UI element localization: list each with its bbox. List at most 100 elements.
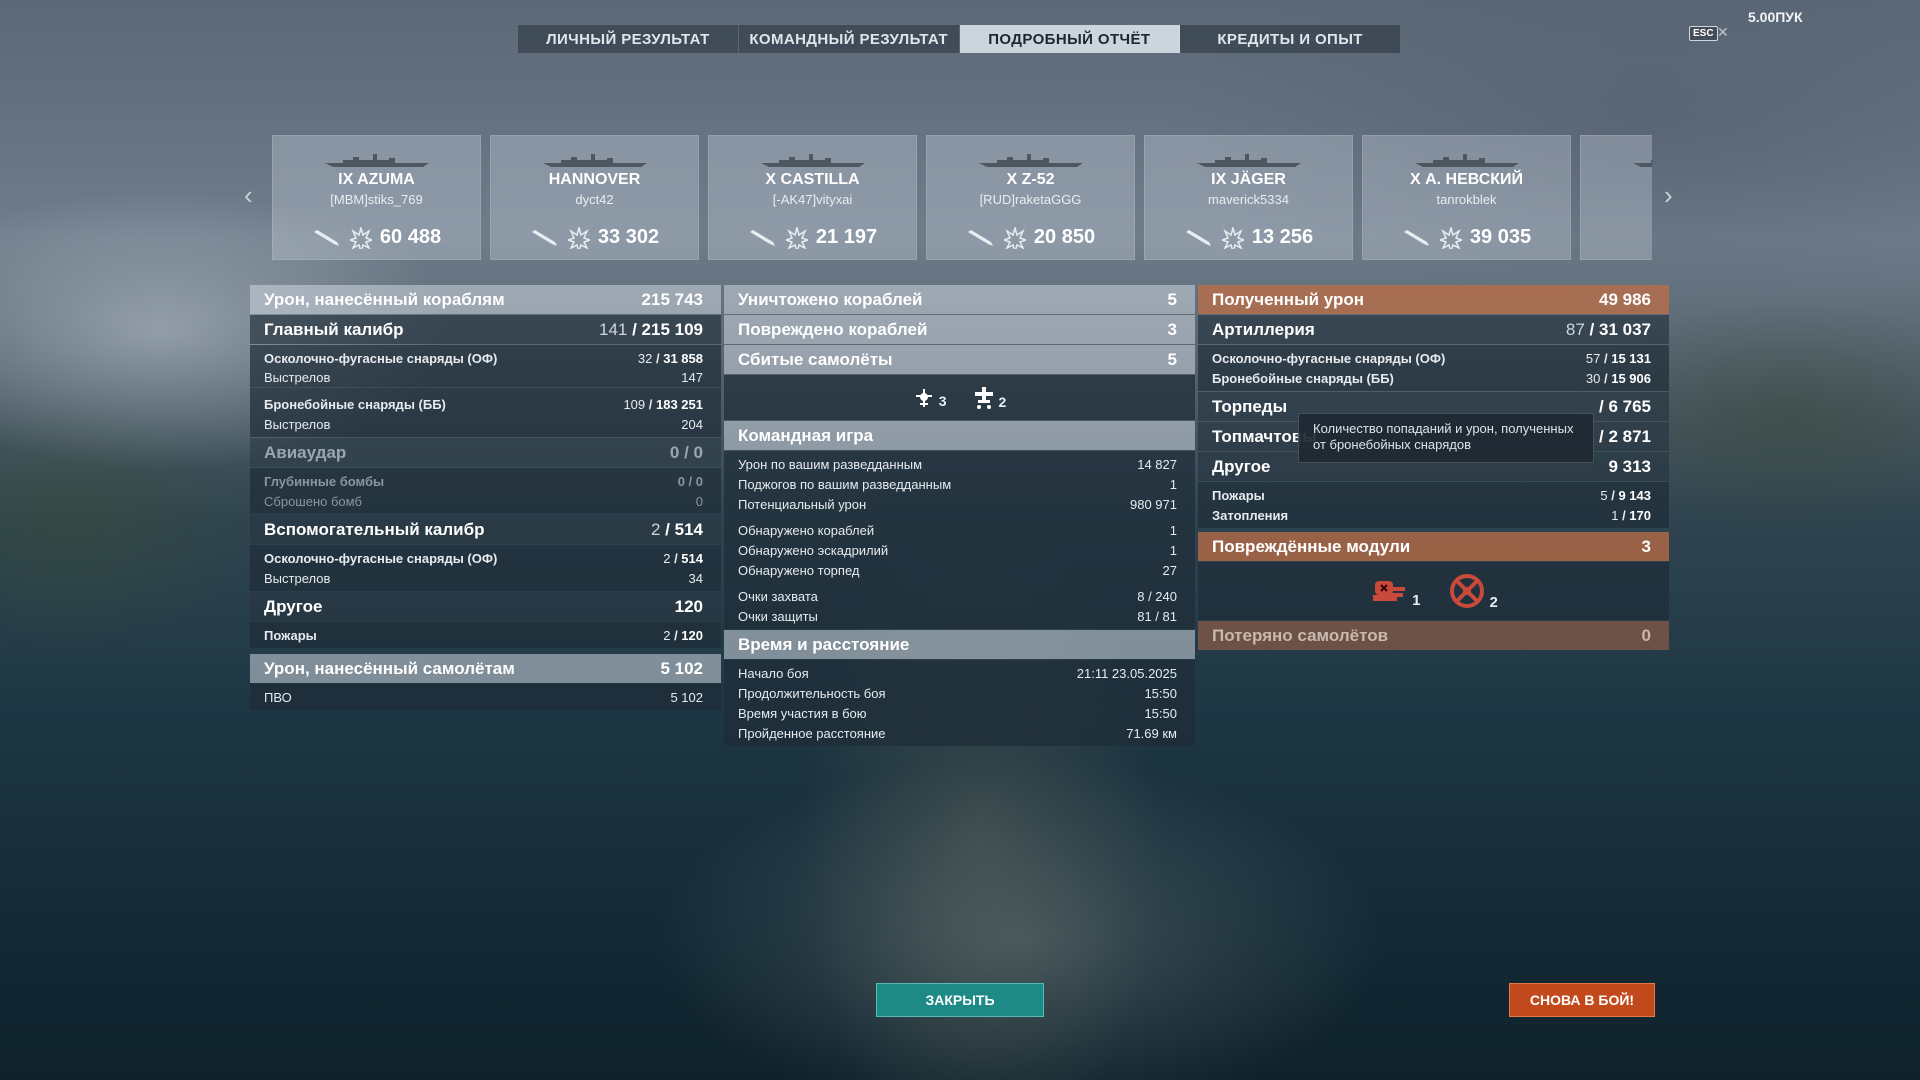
close-button[interactable]: ЗАКРЫТЬ bbox=[876, 983, 1044, 1017]
ship-card[interactable]: IX JÄGER maverick5334 13 256 bbox=[1144, 135, 1353, 260]
airstrike-details: Глубинные бомбы 0 / 0 Сброшено бомб 0 bbox=[250, 468, 721, 514]
version-label: 5.00ПУК bbox=[1748, 9, 1803, 25]
torpedo-icon bbox=[1185, 229, 1211, 246]
chevron-left-icon[interactable]: ‹ bbox=[244, 180, 253, 211]
secondary-he-row: Осколочно-фугасные снаряды (ОФ) 2 / 514 bbox=[264, 550, 703, 566]
depth-charges-row: Глубинные бомбы 0 / 0 bbox=[264, 473, 703, 489]
ship-cards-carousel: IX AZUMA [MBM]stiks_769 60 488 HANNOVER dyct… bbox=[272, 135, 1652, 260]
ship-silhouette-icon bbox=[1633, 160, 1652, 167]
teamplay-details: Урон по вашим разведданным 14 827 Поджогов… bbox=[724, 451, 1195, 629]
planes-shot-icons: 3 2 bbox=[724, 375, 1195, 420]
torpedo-icon bbox=[749, 229, 775, 246]
ship-name: HANNOVER bbox=[548, 171, 641, 188]
received-other-details: Пожары 5 / 9 143 Затопления 1 / 170 bbox=[1198, 482, 1669, 528]
other-damage-header: Другое 120 bbox=[250, 592, 721, 621]
stat-row: Обнаружено кораблей 1 bbox=[738, 522, 1177, 538]
ship-card[interactable]: HANNOVER dyct42 33 302 bbox=[490, 135, 699, 260]
ship-card[interactable] bbox=[1580, 135, 1652, 260]
rudder-module-icon bbox=[1449, 574, 1484, 608]
chevron-right-icon[interactable]: › bbox=[1664, 180, 1673, 211]
torpedo-icon bbox=[313, 229, 339, 246]
result-tabs: ЛИЧНЫЙ РЕЗУЛЬТАТ КОМАНДНЫЙ РЕЗУЛЬТАТ ПОД… bbox=[517, 24, 1401, 54]
secondary-shots-row: Выстрелов 34 bbox=[264, 570, 703, 586]
received-ap-row[interactable]: Бронебойные снаряды (ББ) 30 / 15 906 bbox=[1198, 368, 1669, 388]
artillery-header: Артиллерия 87 / 31 037 bbox=[1198, 315, 1669, 344]
damage-burst-icon bbox=[1221, 226, 1244, 249]
received-fires-row: Пожары 5 / 9 143 bbox=[1212, 487, 1651, 503]
stat-row: Начало боя 21:11 23.05.2025 bbox=[738, 665, 1177, 681]
damage-planes-header: Урон, нанесённый самолётам 5 102 bbox=[250, 654, 721, 683]
ship-silhouette-icon bbox=[543, 154, 647, 167]
tab-detailed-report[interactable]: ПОДРОБНЫЙ ОТЧЁТ bbox=[959, 25, 1181, 53]
main-battery-header: Главный калибр 141 / 215 109 bbox=[250, 315, 721, 344]
ship-card[interactable]: X Z-52 [RUD]raketaGGG 20 850 bbox=[926, 135, 1135, 260]
player-name: maverick5334 bbox=[1208, 192, 1289, 207]
ship-stat: 20 850 bbox=[927, 226, 1134, 249]
received-he-row: Осколочно-фугасные снаряды (ОФ) 57 / 15 1… bbox=[1212, 350, 1651, 366]
main-ap-shots-row: Выстрелов 204 bbox=[264, 416, 703, 432]
aa-row: ПВО 5 102 bbox=[264, 689, 703, 705]
esc-key-badge[interactable]: ESC bbox=[1689, 26, 1718, 41]
stat-row: Очки защиты 81 / 81 bbox=[738, 608, 1177, 624]
destroyed-ships-header: Уничтожено кораблей 5 bbox=[724, 285, 1195, 314]
player-name: dyct42 bbox=[575, 192, 614, 207]
ship-card[interactable]: X А. НЕВСКИЙ tanrokblek 39 035 bbox=[1362, 135, 1571, 260]
tab-team-result[interactable]: КОМАНДНЫЙ РЕЗУЛЬТАТ bbox=[739, 25, 960, 53]
ship-damage: 13 256 bbox=[1251, 226, 1314, 248]
fighter-plane-icon bbox=[915, 388, 932, 407]
artillery-details: Осколочно-фугасные снаряды (ОФ) 57 / 15 1… bbox=[1198, 345, 1669, 391]
ship-stat: 33 302 bbox=[491, 226, 698, 249]
ship-card[interactable]: X CASTILLA [-AK47]vityxai 21 197 bbox=[708, 135, 917, 260]
stat-row: Поджогов по вашим разведданным 1 bbox=[738, 476, 1177, 492]
ship-silhouette-icon bbox=[979, 154, 1083, 167]
main-he-row: Осколочно-фугасные снаряды (ОФ) 32 / 31 8… bbox=[264, 350, 703, 366]
bombs-dropped-row: Сброшено бомб 0 bbox=[264, 493, 703, 509]
stat-row: Обнаружено эскадрилий 1 bbox=[738, 542, 1177, 558]
player-name: [-AK47]vityxai bbox=[772, 192, 853, 207]
tooltip: Количество попаданий и урон, полученных … bbox=[1298, 413, 1594, 463]
turret-module-group: 1 bbox=[1369, 573, 1421, 609]
ship-damage: 60 488 bbox=[379, 226, 442, 248]
lost-planes-header: Потеряно самолётов 0 bbox=[1198, 621, 1669, 650]
battle-again-button[interactable]: СНОВА В БОЙ! bbox=[1509, 983, 1655, 1017]
ship-stat: 60 488 bbox=[273, 226, 480, 249]
main-battery-details: Осколочно-фугасные снаряды (ОФ) 32 / 31 8… bbox=[250, 345, 721, 437]
ship-name: IX JÄGER bbox=[1211, 171, 1286, 188]
player-name: [RUD]raketaGGG bbox=[979, 192, 1082, 207]
bomber-group: 2 bbox=[973, 386, 1006, 410]
main-ap-row: Бронебойные снаряды (ББ) 109 / 183 251 bbox=[264, 396, 703, 412]
ship-damage: 21 197 bbox=[815, 226, 878, 248]
secondary-battery-details: Осколочно-фугасные снаряды (ОФ) 2 / 514 В… bbox=[250, 545, 721, 591]
damage-dealt-panel: Урон, нанесённый кораблям 215 743 Главный… bbox=[250, 285, 721, 711]
combat-panel: Уничтожено кораблей 5 Повреждено кораблей… bbox=[724, 285, 1195, 747]
time-distance-details: Начало боя 21:11 23.05.2025 Продолжительно… bbox=[724, 660, 1195, 746]
tab-personal-result[interactable]: ЛИЧНЫЙ РЕЗУЛЬТАТ bbox=[518, 25, 739, 53]
ship-stat: 13 256 bbox=[1145, 226, 1352, 249]
tab-credits-xp[interactable]: КРЕДИТЫ И ОПЫТ bbox=[1180, 25, 1400, 53]
received-floods-row: Затопления 1 / 170 bbox=[1212, 507, 1651, 523]
rudder-module-group: 2 bbox=[1447, 571, 1498, 611]
player-name: tanrokblek bbox=[1436, 192, 1497, 207]
ship-name: X CASTILLA bbox=[765, 171, 860, 188]
stat-row: Обнаружено торпед 27 bbox=[738, 562, 1177, 578]
torpedo-icon bbox=[967, 229, 993, 246]
damaged-modules-header: Повреждённые модули 3 bbox=[1198, 532, 1669, 561]
ship-silhouette-icon bbox=[1415, 154, 1519, 167]
stat-row: Время участия в бою 15:50 bbox=[738, 705, 1177, 721]
bomber-plane-icon bbox=[974, 386, 993, 409]
ship-stat: 39 035 bbox=[1363, 226, 1570, 249]
fires-row: Пожары 2 / 120 bbox=[264, 627, 703, 643]
stat-row: Продолжительность боя 15:50 bbox=[738, 685, 1177, 701]
ship-name: X Z-52 bbox=[1006, 171, 1055, 188]
stat-row: Урон по вашим разведданным 14 827 bbox=[738, 456, 1177, 472]
time-distance-header: Время и расстояние bbox=[724, 630, 1195, 659]
secondary-battery-header: Вспомогательный калибр 2 / 514 bbox=[250, 515, 721, 544]
ship-silhouette-icon bbox=[325, 154, 429, 167]
received-damage-header: Полученный урон 49 986 bbox=[1198, 285, 1669, 314]
teamplay-header: Командная игра bbox=[724, 421, 1195, 450]
airstrike-header: Авиаудар 0 / 0 bbox=[250, 438, 721, 467]
ship-card[interactable]: IX AZUMA [MBM]stiks_769 60 488 bbox=[272, 135, 481, 260]
stat-row: Пройденное расстояние 71.69 км bbox=[738, 725, 1177, 741]
ship-silhouette-icon bbox=[761, 154, 865, 167]
close-icon[interactable]: ✕ bbox=[1717, 24, 1729, 41]
